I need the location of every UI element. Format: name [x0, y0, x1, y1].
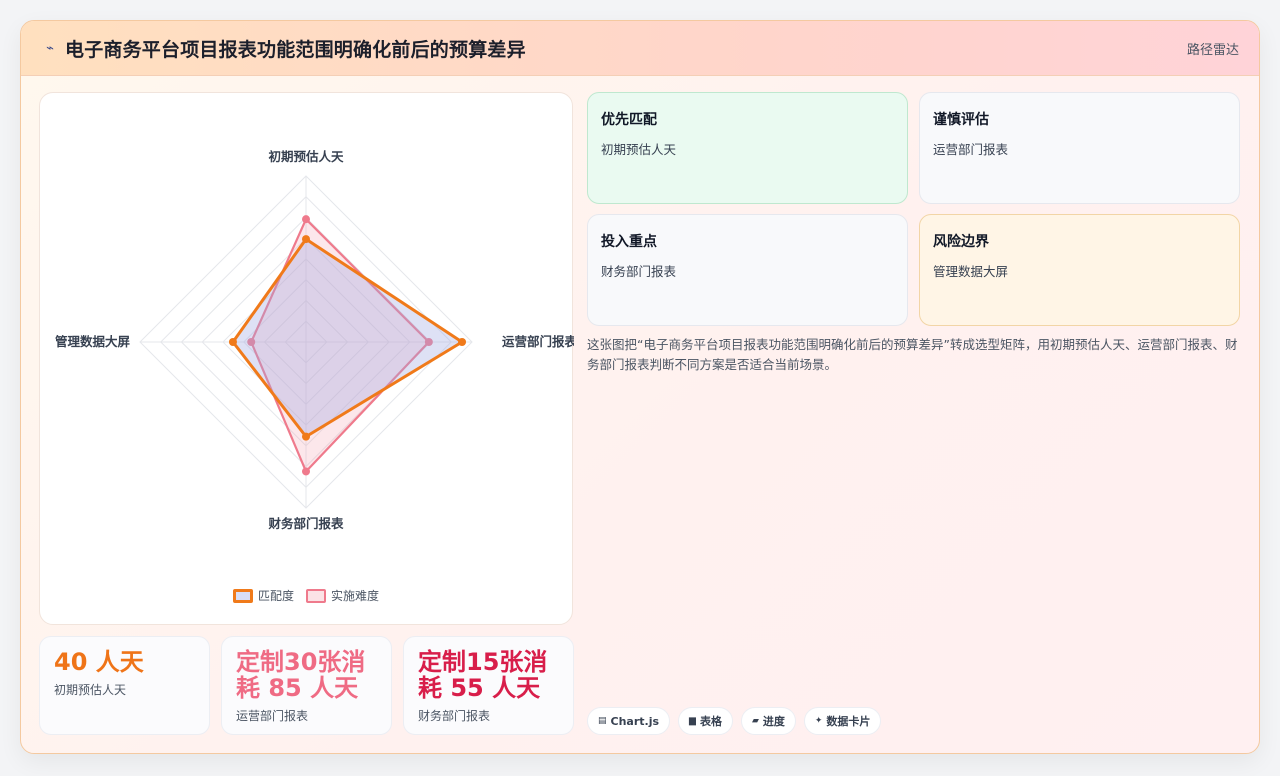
card-title: 投入重点 — [601, 234, 657, 250]
chip-label: 数据卡片 — [826, 715, 871, 728]
card-subtitle: 运营部门报表 — [933, 142, 1009, 157]
card-subtitle: 初期预估人天 — [601, 142, 677, 157]
legend-label-difficulty: 实施难度 — [331, 589, 380, 603]
card-title: 谨慎评估 — [933, 112, 989, 128]
chip-progress[interactable]: ▰ 进度 — [740, 707, 796, 735]
card-careful-eval[interactable]: 谨慎评估 运营部门报表 — [919, 92, 1240, 204]
decision-cards: 优先匹配 初期预估人天 谨慎评估 运营部门报表 投入重点 财务部门报表 风险边界… — [587, 92, 1240, 326]
card-investment-focus[interactable]: 投入重点 财务部门报表 — [587, 214, 908, 326]
chip-chartjs[interactable]: ▤ Chart.js — [587, 707, 671, 735]
card-subtitle: 财务部门报表 — [601, 264, 677, 279]
radar-data-point — [302, 432, 310, 441]
stat-card: 定制15张消耗 55 人天 财务部门报表 — [403, 636, 574, 735]
radar-data-point — [302, 467, 310, 476]
chart-legend: 匹配度 实施难度 — [40, 587, 572, 604]
radar-axis-label: 财务部门报表 — [267, 516, 344, 531]
radar-data-point — [458, 338, 467, 346]
stat-value: 定制30张消耗 85 人天 — [236, 648, 366, 702]
chart-description: 这张图把“电子商务平台项目报表功能范围明确化前后的预算差异”转成选型矩阵，用初期… — [587, 337, 1238, 372]
radar-chart-card: 初期预估人天运营部门报表财务部门报表 管理数据大屏 匹配度 实施难度 — [39, 92, 574, 625]
tech-chips: ▤ Chart.js ▆ 表格 ▰ 进度 ✦ 数据卡片 — [587, 707, 882, 735]
card-priority-match[interactable]: 优先匹配 初期预估人天 — [587, 92, 908, 204]
chip-table[interactable]: ▆ 表格 — [678, 707, 733, 735]
radar-chart: 初期预估人天运营部门报表财务部门报表 管理数据大屏 — [55, 149, 574, 531]
legend-swatch-difficulty — [306, 588, 326, 603]
chip-label: 表格 — [699, 715, 722, 728]
legend-item-match[interactable]: 匹配度 — [232, 587, 294, 604]
radar-axis-label: 管理数据大屏 — [55, 334, 131, 349]
radar-axis-label: 初期预估人天 — [268, 149, 344, 164]
card-title: 风险边界 — [933, 234, 989, 250]
legend-swatch-match — [232, 588, 253, 603]
card-subtitle: 管理数据大屏 — [933, 264, 1009, 279]
radar-data-point — [302, 235, 310, 244]
card-title: 优先匹配 — [601, 112, 657, 128]
stat-card: 定制30张消耗 85 人天 运营部门报表 — [221, 636, 392, 735]
radar-axis-label: 运营部门报表 — [502, 334, 574, 349]
stat-label: 财务部门报表 — [418, 709, 491, 723]
legend-label-match: 匹配度 — [257, 589, 294, 603]
chip-label: 进度 — [762, 715, 785, 728]
stat-cards: 40 人天 初期预估人天 定制30张消耗 85 人天 运营部门报表 定制15张消… — [39, 636, 574, 735]
card-risk-boundary[interactable]: 风险边界 管理数据大屏 — [919, 214, 1240, 326]
radar-data-point — [228, 338, 237, 346]
table-icon: ▆ — [689, 716, 696, 726]
chip-data-card[interactable]: ✦ 数据卡片 — [803, 707, 882, 735]
stat-card: 40 人天 初期预估人天 — [39, 636, 210, 735]
sparkle-icon: ✦ — [814, 716, 823, 726]
stat-label: 运营部门报表 — [236, 709, 309, 723]
radar-data-point — [302, 215, 310, 224]
chart-icon: ▤ — [598, 716, 607, 726]
stat-value: 定制15张消耗 55 人天 — [418, 648, 548, 702]
legend-item-difficulty[interactable]: 实施难度 — [306, 587, 379, 604]
stat-value: 40 人天 — [54, 648, 144, 676]
progress-icon: ▰ — [751, 716, 759, 726]
chip-label: Chart.js — [610, 714, 660, 728]
stat-label: 初期预估人天 — [54, 683, 127, 697]
